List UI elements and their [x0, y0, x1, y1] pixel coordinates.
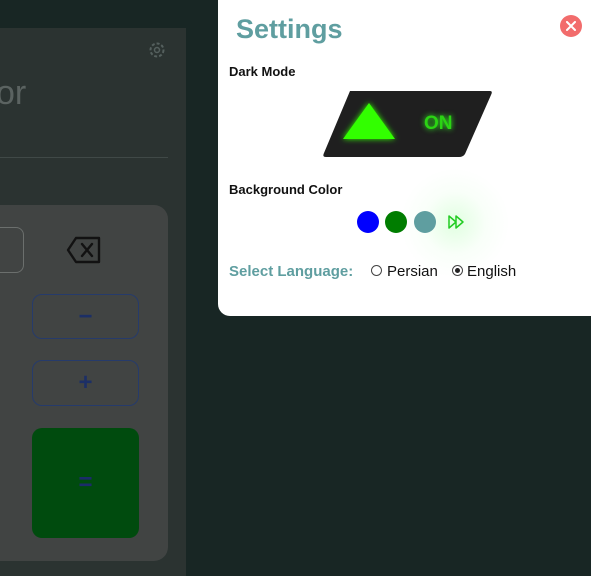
background-color-label: Background Color	[229, 182, 343, 197]
minus-button[interactable]: −	[32, 294, 139, 339]
gear-icon[interactable]	[147, 40, 167, 60]
dark-mode-label: Dark Mode	[229, 64, 296, 79]
close-button[interactable]	[560, 15, 582, 37]
app-stage: or − + = Settings Dark Mode ON Backgroun…	[0, 0, 591, 576]
dark-mode-toggle[interactable]	[322, 90, 492, 158]
dark-mode-state: ON	[424, 113, 453, 134]
equals-button[interactable]: =	[32, 428, 139, 538]
color-swatch-teal[interactable]	[414, 211, 436, 233]
fast-forward-icon[interactable]	[447, 214, 465, 230]
language-label: Select Language:	[229, 263, 354, 280]
calc-key-partial[interactable]	[0, 227, 24, 273]
close-icon	[566, 21, 576, 31]
calculator-title: or	[0, 74, 27, 112]
backspace-button[interactable]	[62, 230, 106, 270]
divider	[0, 157, 168, 158]
color-swatch-green[interactable]	[385, 211, 407, 233]
radio-english[interactable]	[452, 265, 463, 276]
plus-button[interactable]: +	[32, 360, 139, 406]
color-swatch-blue[interactable]	[357, 211, 379, 233]
radio-persian-label[interactable]: Persian	[387, 263, 438, 280]
settings-title: Settings	[236, 14, 343, 44]
backspace-icon	[66, 236, 101, 264]
radio-persian[interactable]	[371, 265, 382, 276]
radio-english-label[interactable]: English	[467, 263, 516, 280]
